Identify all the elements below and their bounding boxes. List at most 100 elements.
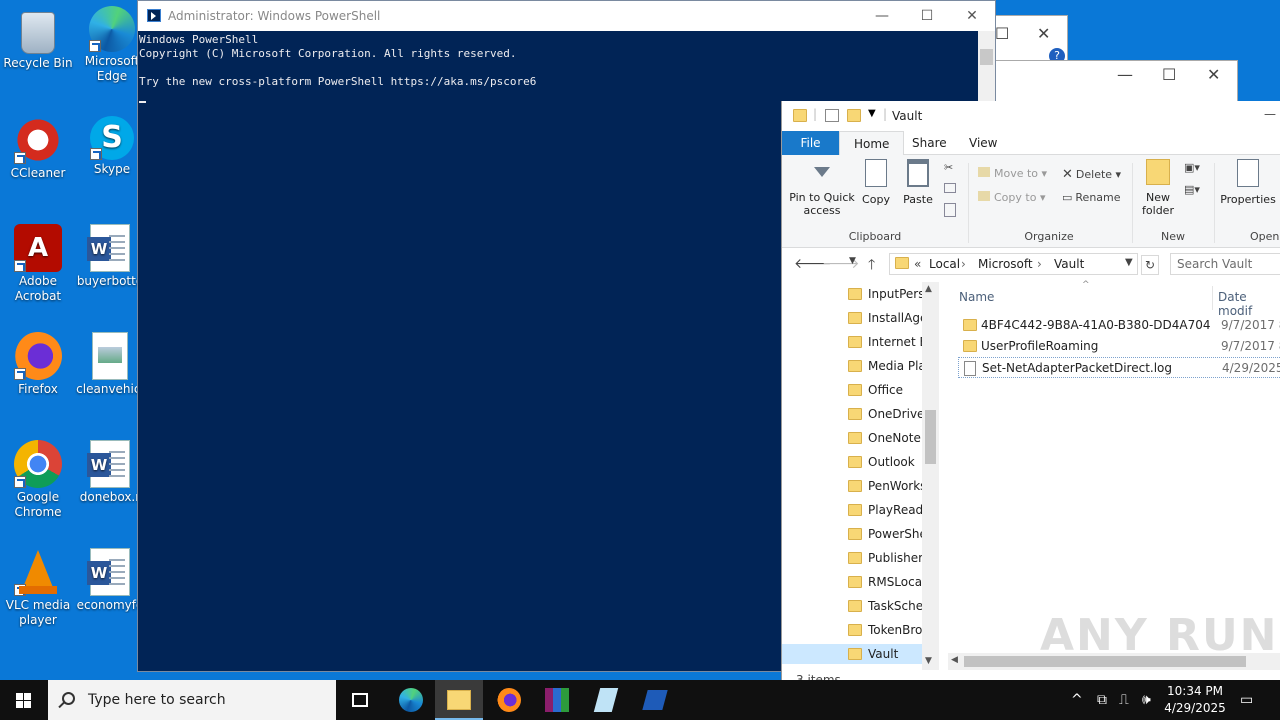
taskbar-search-box[interactable]: Type here to search xyxy=(48,680,336,720)
folder-icon xyxy=(978,167,990,177)
breadcrumb-microsoft[interactable]: Microsoft xyxy=(978,257,1033,271)
nav-item[interactable]: Publisher xyxy=(848,548,924,568)
nav-item[interactable]: TokenBrok xyxy=(848,620,924,640)
close-button[interactable]: ✕ xyxy=(949,1,995,31)
column-divider[interactable] xyxy=(1212,286,1213,310)
tab-share[interactable]: Share xyxy=(898,131,961,155)
refresh-icon[interactable]: ↻ xyxy=(1141,255,1159,275)
button-label: Delete xyxy=(1075,168,1113,181)
recent-locations-icon[interactable]: ▼ xyxy=(849,256,856,266)
nav-item[interactable]: Office xyxy=(848,380,924,400)
recycle-bin-shortcut[interactable]: Recycle Bin xyxy=(0,8,76,71)
task-view-button[interactable] xyxy=(336,680,384,720)
notifications-icon[interactable]: ▭ xyxy=(1240,680,1256,720)
copy-button[interactable]: Copy xyxy=(858,159,894,206)
text-file-icon xyxy=(964,361,976,376)
file-row[interactable]: 4BF4C442-9B8A-41A0-B380-DD4A704DD... 9/7… xyxy=(958,315,1280,336)
nav-item[interactable]: Media Play xyxy=(848,356,924,376)
properties-button[interactable]: Properties xyxy=(1220,159,1276,206)
nav-item[interactable]: PenWorks xyxy=(848,476,924,496)
close-icon[interactable]: ✕ xyxy=(1037,24,1050,43)
file-row[interactable]: Set-NetAdapterPacketDirect.log 4/29/2025… xyxy=(958,357,1280,378)
nav-item[interactable]: Internet Ex xyxy=(848,332,924,352)
minimize-button[interactable]: — xyxy=(859,1,905,31)
scrollbar-thumb[interactable] xyxy=(980,49,993,65)
firefox-shortcut[interactable]: Firefox xyxy=(0,332,76,397)
nav-item[interactable]: TaskSched xyxy=(848,596,924,616)
nav-item[interactable]: InstallAger xyxy=(848,308,924,328)
cut-icon[interactable]: ✂ xyxy=(944,161,953,174)
tab-view[interactable]: View xyxy=(955,131,1011,155)
address-bar[interactable]: « Local › Microsoft › Vault ▼ xyxy=(889,253,1138,275)
up-arrow-icon[interactable]: 🡑 xyxy=(868,254,875,278)
move-to-button[interactable]: Move to ▾ xyxy=(978,167,1047,180)
taskbar-edge[interactable] xyxy=(387,680,435,720)
nav-item[interactable]: PlayReady xyxy=(848,500,924,520)
column-header-name[interactable]: Name xyxy=(959,290,994,304)
scroll-left-icon[interactable]: ◀ xyxy=(951,655,958,665)
explorer-titlebar[interactable]: | ▼ | Vault — xyxy=(782,101,1280,131)
search-input[interactable]: Search Vault xyxy=(1170,253,1280,275)
taskbar-notepad[interactable] xyxy=(582,680,630,720)
minimize-icon[interactable]: — xyxy=(1264,107,1276,121)
copy-path-icon[interactable] xyxy=(944,183,956,193)
new-item-icon[interactable]: ▣▾ xyxy=(1184,161,1200,174)
nav-item[interactable]: OneDrive xyxy=(848,404,924,424)
taskbar-powershell[interactable] xyxy=(631,680,679,720)
nav-item[interactable]: RMSLocalS xyxy=(848,572,924,592)
clock[interactable]: 10:34 PM 4/29/2025 xyxy=(1158,683,1232,717)
copy-to-button[interactable]: Copy to ▾ xyxy=(978,191,1045,204)
network-icon[interactable]: ⎍ xyxy=(1119,680,1129,720)
paste-button[interactable]: Paste xyxy=(900,159,936,206)
background-window[interactable]: ☐ ✕ ? xyxy=(990,15,1068,65)
device-icon[interactable]: ⧉ xyxy=(1097,680,1107,720)
file-row[interactable]: UserProfileRoaming 9/7/2017 8:0 xyxy=(958,336,1280,357)
divider xyxy=(1214,163,1215,243)
scroll-up-icon[interactable]: ▲ xyxy=(925,284,932,294)
maximize-button[interactable]: ☐ xyxy=(904,1,950,31)
scrollbar-thumb[interactable] xyxy=(925,410,936,464)
address-dropdown-icon[interactable]: ▼ xyxy=(1125,257,1133,268)
new-folder-button[interactable]: New folder xyxy=(1138,159,1178,217)
acrobat-shortcut[interactable]: A Adobe Acrobat xyxy=(0,224,76,304)
nav-item[interactable]: PowerShel xyxy=(848,524,924,544)
taskbar-file-explorer[interactable] xyxy=(435,680,483,720)
vlc-shortcut[interactable]: VLC media player xyxy=(0,548,76,628)
scroll-down-icon[interactable]: ▼ xyxy=(925,656,932,666)
column-header-date[interactable]: Date modif xyxy=(1218,290,1280,318)
file-explorer-window[interactable]: | ▼ | Vault — File Home Share View Pin t… xyxy=(781,101,1280,692)
maximize-icon[interactable]: ☐ xyxy=(1162,65,1176,84)
chrome-shortcut[interactable]: Google Chrome xyxy=(0,440,76,520)
background-window[interactable]: — ☐ ✕ xyxy=(990,60,1238,105)
file-name: 4BF4C442-9B8A-41A0-B380-DD4A704DD... xyxy=(981,318,1211,332)
tab-file[interactable]: File xyxy=(782,131,839,155)
minimize-icon[interactable]: — xyxy=(1117,65,1133,84)
restore-icon[interactable]: ☐ xyxy=(995,24,1009,43)
nav-item[interactable]: InputPersc xyxy=(848,284,924,304)
customize-quick-access-icon[interactable]: ▼ xyxy=(868,108,876,119)
volume-icon[interactable]: 🕪 xyxy=(1142,680,1151,720)
pin-to-quick-access-button[interactable]: Pin to Quick access xyxy=(788,167,856,217)
properties-quick-access-icon[interactable] xyxy=(825,109,839,122)
start-button[interactable] xyxy=(0,680,48,720)
breadcrumb-local[interactable]: Local xyxy=(929,257,960,271)
breadcrumb-vault[interactable]: Vault xyxy=(1054,257,1084,271)
nav-item[interactable]: OneNote xyxy=(848,428,924,448)
taskbar-firefox[interactable] xyxy=(485,680,533,720)
taskbar-winrar[interactable] xyxy=(533,680,581,720)
rename-button[interactable]: ▭ Rename xyxy=(1062,191,1121,204)
show-hidden-icons-chevron[interactable]: ^ xyxy=(1071,680,1083,720)
close-icon[interactable]: ✕ xyxy=(1207,65,1220,84)
new-folder-quick-access-icon[interactable] xyxy=(847,109,861,122)
navigation-pane[interactable]: Vault TokenBrok TaskSched RMSLocalS Publishe… xyxy=(782,282,940,670)
ccleaner-shortcut[interactable]: CCleaner xyxy=(0,116,76,181)
easy-access-icon[interactable]: ▤▾ xyxy=(1184,183,1200,196)
vertical-scrollbar[interactable]: ▲ ▼ xyxy=(922,282,939,670)
paste-shortcut-icon[interactable] xyxy=(944,203,956,217)
breadcrumb-overflow[interactable]: « xyxy=(914,257,921,271)
nav-item[interactable]: Vault xyxy=(782,644,924,664)
nav-item[interactable]: Outlook xyxy=(848,452,924,472)
delete-button[interactable]: ✕ Delete ▾ xyxy=(1062,167,1121,182)
powershell-titlebar[interactable]: Administrator: Windows PowerShell — ☐ ✕ xyxy=(138,1,995,31)
tab-home[interactable]: Home xyxy=(839,131,905,156)
